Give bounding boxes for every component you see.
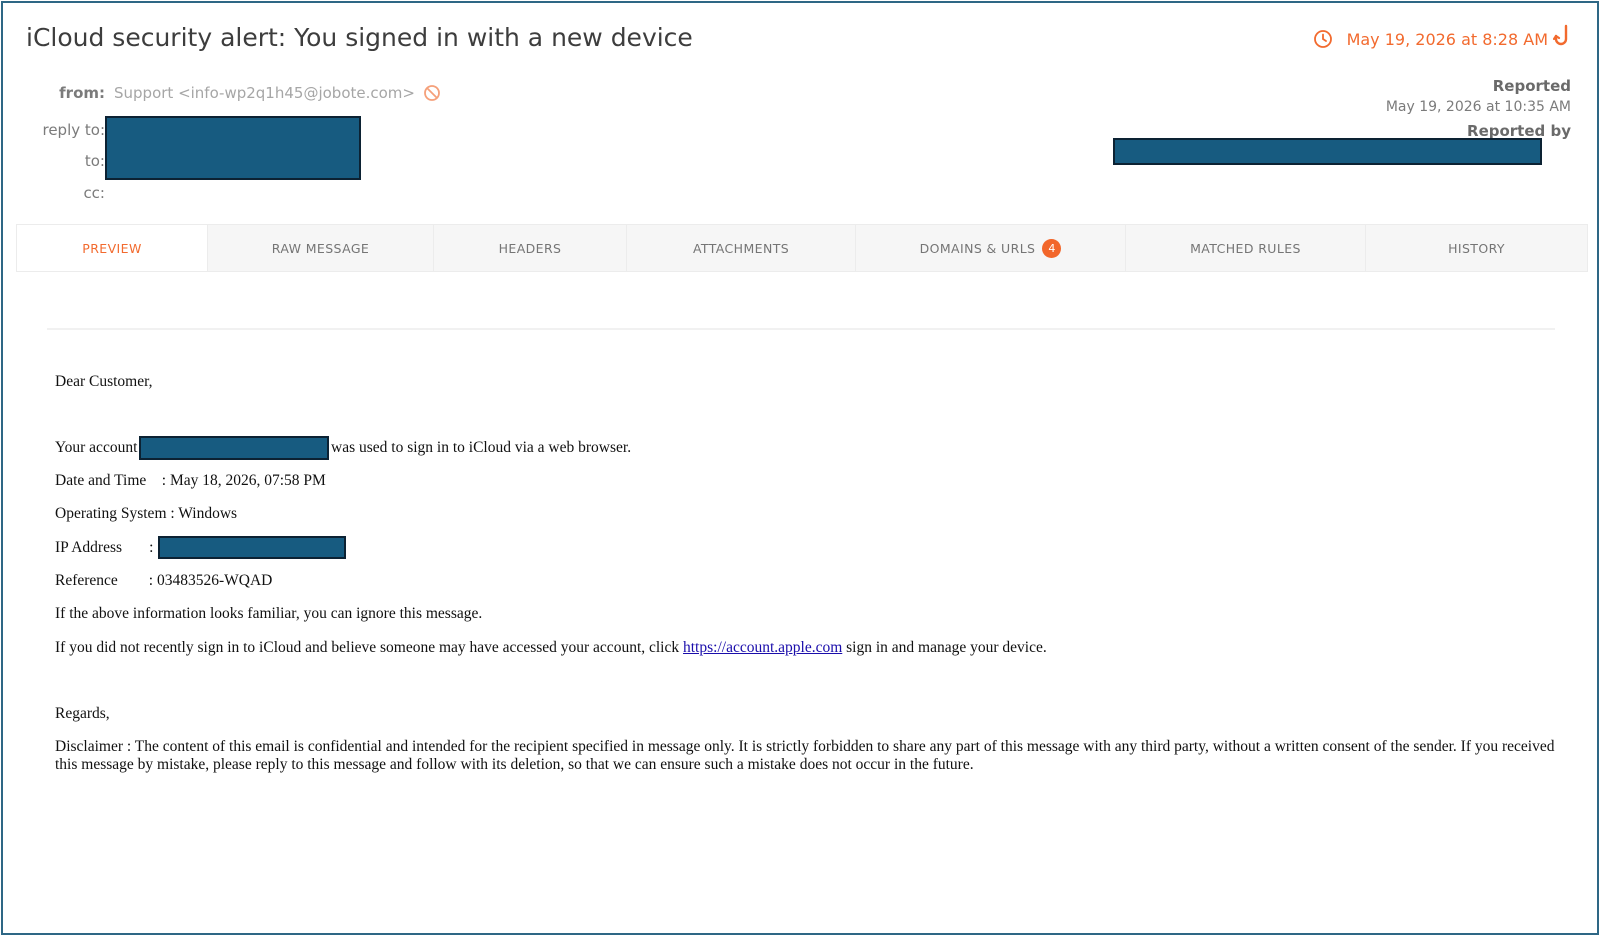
content-divider [47,328,1555,330]
received-date: May 19, 2026 at 8:28 AM [1346,29,1548,49]
disclaimer: Disclaimer : The content of this email i… [55,738,1555,773]
tab-bar: PREVIEW RAW MESSAGE HEADERS ATTACHMENTS … [16,224,1588,272]
account-line: Your account [55,439,138,456]
received-timestamp: May 19, 2026 at 8:28 AM [1313,29,1548,49]
from-address: Support <info-wp2q1h45@jobote.com> [114,84,415,102]
block-icon[interactable] [423,84,441,102]
reported-date: May 19, 2026 at 10:35 AM [1385,99,1571,115]
redacted-recipient [105,116,361,180]
clock-icon [1313,30,1332,48]
email-subject: iCloud security alert: You signed in wit… [26,23,693,52]
tab-raw-message[interactable]: RAW MESSAGE [208,225,434,271]
tab-history[interactable]: HISTORY [1366,225,1587,271]
phishing-link[interactable]: https://account.apple.com [683,639,842,656]
tab-headers[interactable]: HEADERS [434,225,627,271]
tab-matched-rules[interactable]: MATCHED RULES [1126,225,1366,271]
account-line-suffix: was used to sign in to iCloud via a web … [331,439,632,456]
redacted-account [139,436,329,460]
redacted-ip [158,536,346,559]
tab-domains-urls[interactable]: DOMAINS & URLS 4 [856,225,1126,271]
tab-attachments[interactable]: ATTACHMENTS [627,225,856,271]
link-line: If you did not recently sign in to iClou… [55,639,1047,656]
reported-label: Reported [1492,77,1571,95]
tab-preview[interactable]: PREVIEW [17,225,208,271]
familiar-line: If the above information looks familiar,… [55,605,483,622]
hook-icon[interactable] [1553,24,1571,50]
to-label: to: [84,152,105,170]
reference-line: Reference : 03483526-WQAD [55,572,273,589]
os-line: Operating System : Windows [55,505,238,522]
from-label: from: [59,84,105,102]
domains-count-badge: 4 [1042,238,1062,258]
ip-label: IP Address : [55,539,154,556]
regards: Regards, [55,705,110,722]
redacted-reporter [1113,138,1542,165]
reply-to-label: reply to: [42,121,105,139]
cc-label: cc: [83,184,105,202]
email-viewer: iCloud security alert: You signed in wit… [1,1,1599,935]
email-greeting: Dear Customer, [55,373,153,390]
datetime-line: Date and Time : May 18, 2026, 07:58 PM [55,472,326,489]
